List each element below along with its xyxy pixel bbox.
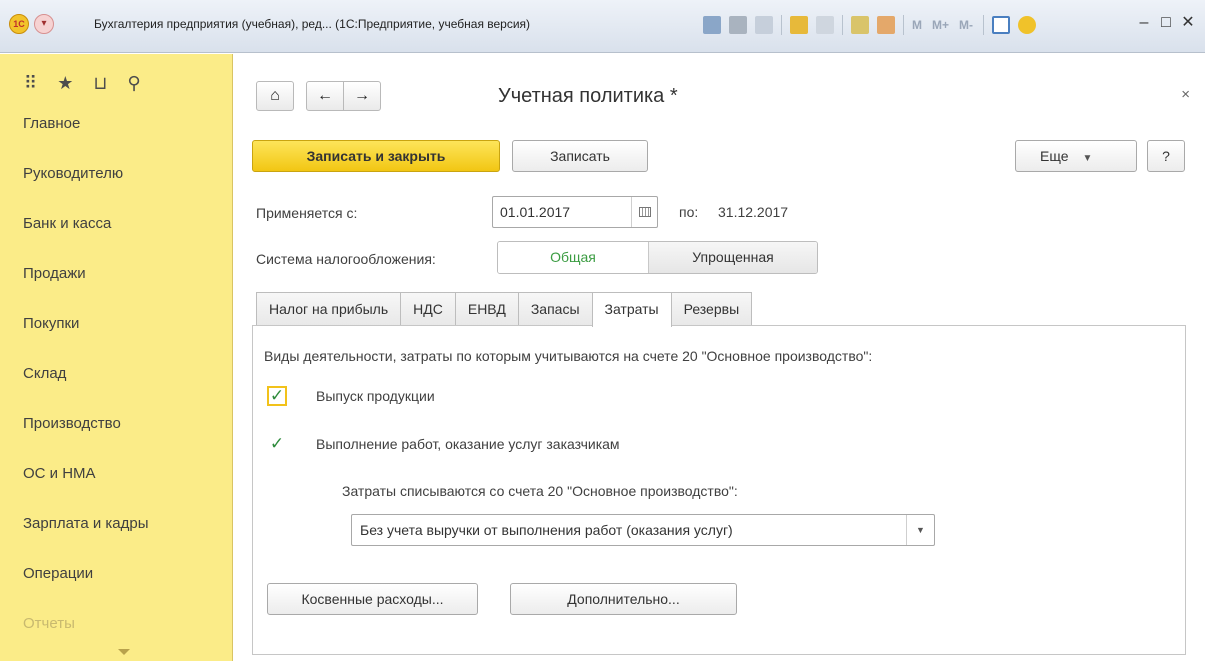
memory-add-button[interactable]: M+ — [932, 18, 949, 32]
applies-from-field[interactable]: 01.01.2017 — [492, 196, 658, 228]
calendar-icon — [638, 207, 651, 217]
favorite-star-icon[interactable] — [790, 16, 808, 34]
calculator-icon[interactable] — [851, 16, 869, 34]
indirect-costs-button[interactable]: Косвенные расходы... — [267, 583, 478, 615]
back-button[interactable]: ← — [306, 81, 344, 111]
arrow-left-icon: ← — [317, 87, 333, 104]
tax-system-label: Система налогообложения: — [256, 251, 436, 267]
sidebar-item-fixed-assets[interactable]: ОС и НМА — [0, 462, 232, 512]
sidebar-item-operations[interactable]: Операции — [0, 562, 232, 612]
products-checkbox-label[interactable]: Выпуск продукции — [316, 388, 435, 404]
maximize-button[interactable]: □ — [1155, 10, 1177, 36]
sidebar-item-warehouse[interactable]: Склад — [0, 362, 232, 412]
close-form-icon[interactable]: × — [1181, 86, 1190, 103]
writeoff-method-select[interactable]: Без учета выручки от выполнения работ (о… — [351, 514, 935, 546]
forward-button[interactable]: → — [343, 81, 381, 111]
to-date-value: 31.12.2017 — [718, 204, 789, 220]
more-button[interactable]: Еще ▼ — [1015, 140, 1137, 172]
more-button-label: Еще — [1040, 148, 1069, 164]
chevron-down-icon: ▼ — [1082, 153, 1093, 164]
memory-store-button[interactable]: M — [912, 18, 922, 32]
sidebar-item-main[interactable]: Главное — [0, 112, 232, 162]
writeoff-label: Затраты списываются со счета 20 "Основно… — [342, 483, 738, 499]
additional-button[interactable]: Дополнительно... — [510, 583, 737, 615]
calendar-icon[interactable] — [877, 16, 895, 34]
print-icon[interactable] — [729, 16, 747, 34]
save-button[interactable]: Записать — [512, 140, 648, 172]
save-icon[interactable] — [703, 16, 721, 34]
tab-envd[interactable]: ЕНВД — [454, 292, 519, 326]
sidebar-toolbar: ⠿ ★ ⊔ ⚲ — [0, 54, 232, 112]
preview-icon[interactable] — [755, 16, 773, 34]
window-title: Бухгалтерия предприятия (учебная), ред..… — [94, 17, 531, 31]
toolbar-divider — [903, 15, 904, 35]
link-icon[interactable] — [816, 16, 834, 34]
sidebar-item-bank[interactable]: Банк и касса — [0, 212, 232, 262]
applies-from-label: Применяется с: — [256, 205, 358, 221]
save-and-close-button[interactable]: Записать и закрыть — [252, 140, 500, 172]
calendar-button[interactable] — [631, 197, 657, 227]
sidebar-item-manager[interactable]: Руководителю — [0, 162, 232, 212]
toolbar-divider — [781, 15, 782, 35]
search-icon[interactable]: ⚲ — [127, 73, 140, 94]
panels-icon[interactable] — [992, 16, 1011, 34]
tab-reserves[interactable]: Резервы — [670, 292, 753, 326]
checkmark-icon: ✓ — [269, 434, 285, 453]
1c-logo-icon[interactable]: 1C — [9, 14, 29, 34]
home-button[interactable]: ⌂ — [256, 81, 294, 111]
tax-system-general[interactable]: Общая — [498, 242, 648, 273]
products-checkbox[interactable]: ✓ — [267, 386, 287, 406]
favorites-star-icon[interactable]: ★ — [57, 73, 73, 94]
form-area: ⌂ ← → Учетная политика * × Записать и за… — [234, 54, 1205, 661]
sidebar-item-payroll[interactable]: Зарплата и кадры — [0, 512, 232, 562]
page-title: Учетная политика * — [498, 85, 678, 107]
sections-panel: ⠿ ★ ⊔ ⚲ Главное Руководителю Банк и касс… — [0, 54, 233, 661]
window-controls: – □ ✕ — [1133, 10, 1199, 36]
titlebar-toolbar: M M+ M- — [703, 13, 1044, 37]
sidebar-item-production[interactable]: Производство — [0, 412, 232, 462]
tab-vat[interactable]: НДС — [400, 292, 456, 326]
toolbar-divider — [842, 15, 843, 35]
window-titlebar: 1C ▾ Бухгалтерия предприятия (учебная), … — [0, 0, 1205, 53]
help-button[interactable]: ? — [1147, 140, 1185, 172]
tab-costs[interactable]: Затраты — [591, 292, 672, 327]
to-label: по: — [679, 204, 699, 220]
memory-subtract-button[interactable]: M- — [959, 18, 973, 32]
info-icon[interactable] — [1018, 16, 1037, 34]
writeoff-method-value: Без учета выручки от выполнения работ (о… — [360, 522, 733, 538]
policy-tabs: Налог на прибыль НДС ЕНВД Запасы Затраты… — [256, 292, 753, 327]
applies-from-value: 01.01.2017 — [500, 204, 571, 220]
services-checkbox[interactable]: ✓ — [267, 434, 287, 454]
services-checkbox-label[interactable]: Выполнение работ, оказание услуг заказчи… — [316, 436, 620, 452]
minimize-button[interactable]: – — [1133, 10, 1155, 36]
tax-system-simplified[interactable]: Упрощенная — [648, 242, 817, 273]
costs-tab-panel: Виды деятельности, затраты по которым уч… — [252, 325, 1186, 655]
tab-inventory[interactable]: Запасы — [517, 292, 593, 326]
tax-system-switch: Общая Упрощенная — [497, 241, 818, 274]
checkmark-icon: ✓ — [269, 386, 285, 405]
activities-label: Виды деятельности, затраты по которым уч… — [264, 348, 873, 364]
main-menu-chevron-icon[interactable]: ▾ — [34, 14, 54, 34]
arrow-right-icon: → — [354, 87, 370, 104]
sidebar-item-sales[interactable]: Продажи — [0, 262, 232, 312]
close-window-button[interactable]: ✕ — [1177, 10, 1199, 36]
toolbar-divider — [983, 15, 985, 35]
scroll-down-icon[interactable] — [118, 649, 130, 655]
home-icon: ⌂ — [270, 87, 280, 104]
history-icon[interactable]: ⊔ — [93, 73, 107, 94]
apps-grid-icon[interactable]: ⠿ — [24, 73, 37, 94]
tab-profit-tax[interactable]: Налог на прибыль — [256, 292, 402, 326]
chevron-down-icon[interactable]: ▼ — [906, 515, 934, 545]
sidebar-item-reports[interactable]: Отчеты — [0, 612, 232, 638]
sidebar-item-purchases[interactable]: Покупки — [0, 312, 232, 362]
